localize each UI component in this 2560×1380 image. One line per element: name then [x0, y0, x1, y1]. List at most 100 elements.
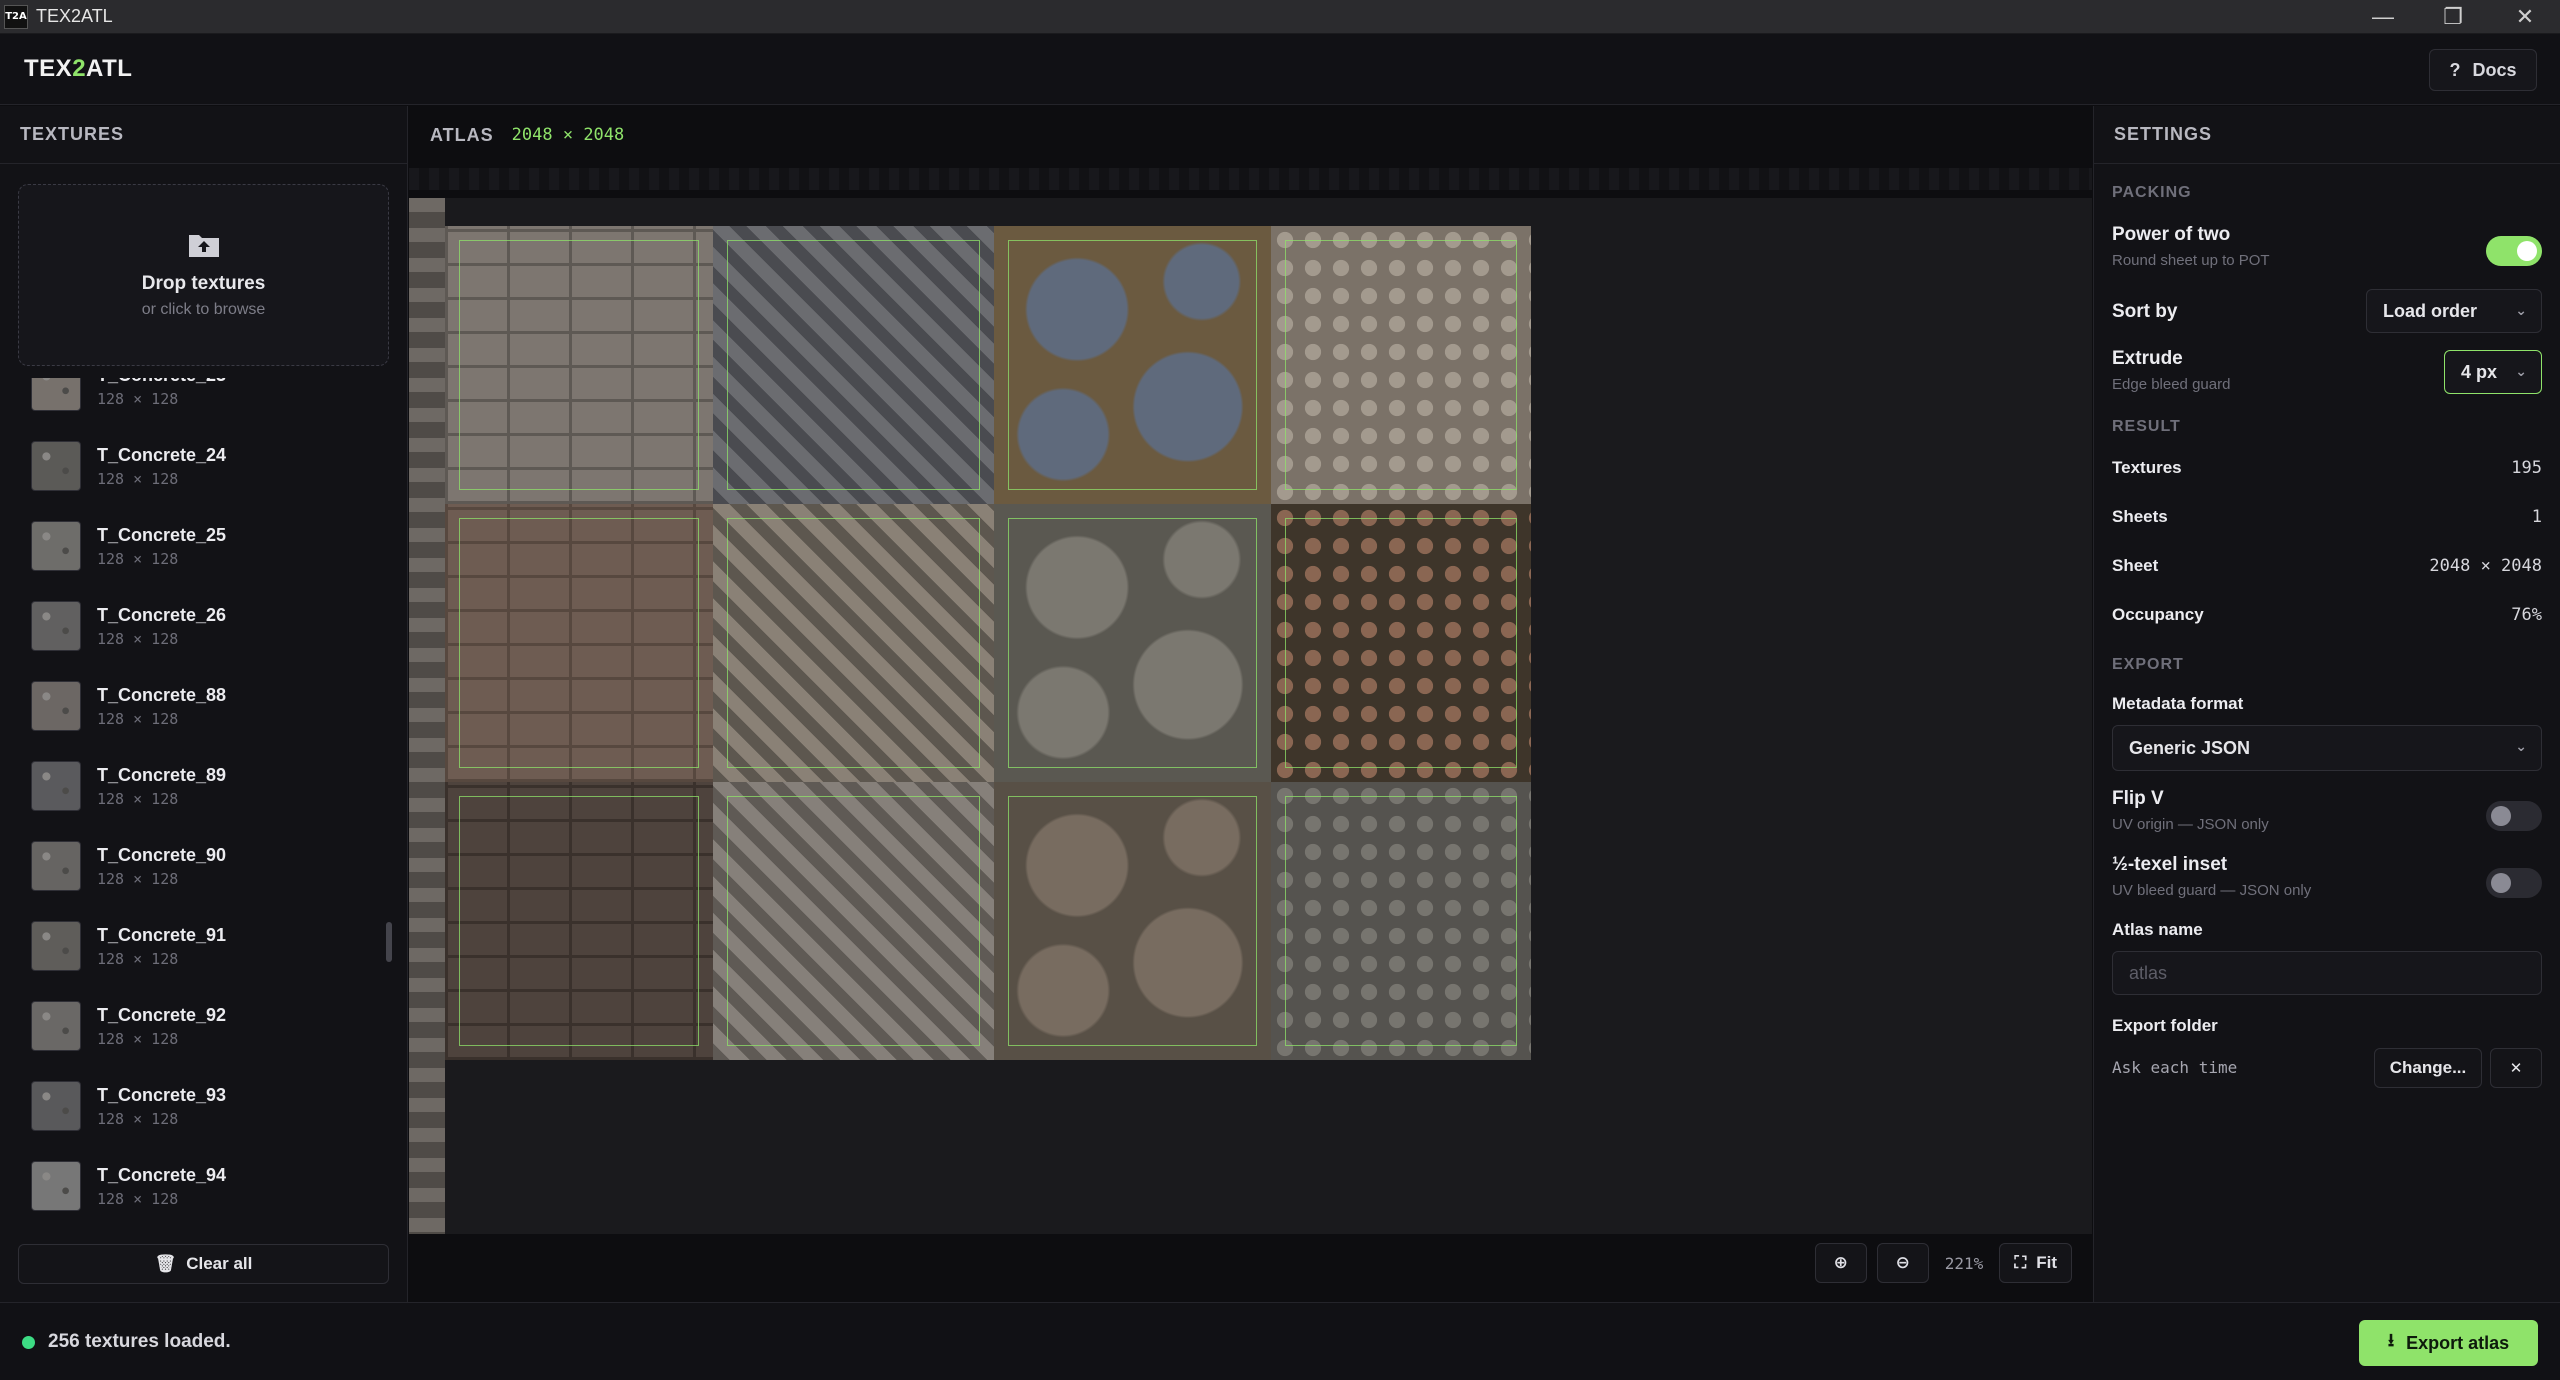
texture-meta: T_Concrete_24 128 × 128 [97, 445, 226, 488]
result-value: 2048 × 2048 [2429, 556, 2542, 576]
texture-list-item[interactable]: T_Concrete_26 128 × 128 [0, 586, 380, 666]
minimize-button[interactable]: — [2348, 0, 2418, 34]
tile-brown-pavers[interactable] [445, 504, 713, 782]
chevron-down-icon: ⌄ [2515, 738, 2527, 754]
texture-thumbnail [31, 681, 81, 731]
window-title: TEX2ATL [36, 6, 113, 26]
power-of-two-row: Power of two Round sheet up to POT [2112, 224, 2542, 269]
texture-dropzone[interactable]: Drop textures or click to browse [18, 184, 389, 366]
tile-bounds-frame [1008, 240, 1257, 490]
result-row: Occupancy 76% [2112, 605, 2542, 633]
sort-by-select[interactable]: Load order ⌄ [2366, 289, 2542, 333]
texture-list-item[interactable]: T_Concrete_92 128 × 128 [0, 986, 380, 1066]
texture-list-item[interactable]: T_Concrete_88 128 × 128 [0, 666, 380, 746]
texture-list-item[interactable]: T_Concrete_89 128 × 128 [0, 746, 380, 826]
extrude-select[interactable]: 4 px ⌄ [2444, 350, 2542, 394]
zoom-in-button[interactable]: ⊕ [1814, 1243, 1867, 1283]
texture-name: T_Concrete_26 [97, 604, 227, 625]
texture-name: T_Concrete_23 [97, 378, 226, 386]
sort-by-value: Load order [2383, 300, 2478, 321]
textures-panel-title: TEXTURES [0, 106, 407, 164]
texture-name: T_Concrete_92 [97, 1004, 227, 1025]
zoom-in-icon: ⊕ [1833, 1253, 1848, 1272]
metadata-format-select[interactable]: Generic JSON ⌄ [2112, 725, 2542, 771]
flip-v-label: Flip V [2112, 788, 2164, 809]
tile-bounds-frame [459, 796, 699, 1046]
tile-blue-flagstone[interactable] [994, 226, 1271, 504]
docs-button[interactable]: ? Docs [2429, 49, 2537, 91]
texture-thumbnail [31, 841, 81, 891]
tile-red-flagstone[interactable] [1271, 504, 1531, 782]
zoom-out-icon: ⊖ [1895, 1253, 1910, 1272]
texture-list-item[interactable]: T_Concrete_90 128 × 128 [0, 826, 380, 906]
power-of-two-toggle[interactable] [2486, 236, 2542, 266]
export-atlas-button[interactable]: ⭳ Export atlas [2359, 1320, 2538, 1366]
texture-size: 128 × 128 [97, 1189, 179, 1208]
texture-thumbnail [31, 1001, 81, 1051]
texture-thumbnail [31, 761, 81, 811]
clear-all-button[interactable]: 🗑 Clear all [18, 1244, 389, 1284]
clear-folder-button[interactable]: ✕ [2490, 1048, 2542, 1088]
half-texel-toggle[interactable] [2486, 868, 2542, 898]
result-row: Sheet 2048 × 2048 [2112, 556, 2542, 584]
texture-meta: T_Concrete_88 128 × 128 [97, 685, 226, 728]
texture-name: T_Concrete_93 [97, 1084, 227, 1105]
tile-gray-setts[interactable] [1271, 782, 1531, 1060]
atlas-viewport[interactable] [409, 198, 2092, 1234]
export-folder-label: Export folder [2112, 1016, 2218, 1035]
texture-size: 128 × 128 [97, 389, 179, 408]
toggle-knob [2491, 873, 2511, 893]
export-icon: ⭳ [2387, 1330, 2395, 1350]
app-header: TEX2ATL ? Docs [0, 34, 2560, 105]
sort-by-label: Sort by [2112, 301, 2178, 322]
flip-v-toggle[interactable] [2486, 801, 2542, 831]
texture-size: 128 × 128 [97, 549, 179, 568]
close-button[interactable]: ✕ [2490, 0, 2560, 34]
docs-label: Docs [2472, 59, 2517, 80]
texture-list-item[interactable]: T_Concrete_93 128 × 128 [0, 1066, 380, 1146]
texture-meta: T_Concrete_94 128 × 128 [97, 1165, 226, 1208]
tile-bounds-frame [727, 518, 980, 768]
atlas-top-strip [409, 168, 2092, 190]
texture-thumbnail [31, 921, 81, 971]
change-folder-button[interactable]: Change... [2374, 1048, 2482, 1088]
texture-list-item[interactable]: T_Concrete_24 128 × 128 [0, 426, 380, 506]
zoom-controls: ⊕ ⊖ 221% ⛶ Fit [1814, 1242, 2072, 1284]
texture-list-item[interactable]: T_Concrete_91 128 × 128 [0, 906, 380, 986]
texture-size: 128 × 128 [97, 869, 179, 888]
texture-list-item[interactable]: T_Concrete_25 128 × 128 [0, 506, 380, 586]
trash-icon: 🗑 [154, 1254, 177, 1273]
tile-rounded-pavers[interactable] [713, 782, 994, 1060]
atlas-header: ATLAS 2048 × 2048 [409, 106, 2092, 164]
atlas-name-label: Atlas name [2112, 920, 2203, 939]
atlas-name-input[interactable] [2112, 951, 2542, 995]
tile-fan-cobblestone[interactable] [1271, 226, 1531, 504]
result-heading: RESULT [2112, 418, 2181, 435]
tile-dark-brick[interactable] [445, 782, 713, 1060]
app-icon: T2A [4, 4, 28, 29]
export-atlas-label: Export atlas [2406, 1332, 2510, 1353]
maximize-button[interactable]: ❐ [2418, 0, 2488, 34]
tile-stone-bricks[interactable] [445, 226, 713, 504]
result-value: 195 [2511, 458, 2542, 478]
texture-list[interactable]: T_Concrete_23 128 × 128 T_Concrete_24 128 ×… [0, 378, 395, 1322]
fit-button[interactable]: ⛶ Fit [1999, 1243, 2072, 1283]
toggle-knob [2491, 806, 2511, 826]
texture-name: T_Concrete_88 [97, 684, 227, 705]
texture-list-item[interactable]: T_Concrete_23 128 × 128 [0, 378, 380, 426]
texture-thumbnail [31, 601, 81, 651]
result-value: 76% [2511, 605, 2542, 625]
texture-list-scrollbar[interactable] [386, 922, 392, 962]
texture-size: 128 × 128 [97, 1109, 179, 1128]
texture-list-item[interactable]: T_Concrete_94 128 × 128 [0, 1146, 380, 1226]
tile-herringbone-paving[interactable] [713, 226, 994, 504]
export-heading: EXPORT [2112, 656, 2184, 673]
atlas-name-input-row [2112, 951, 2542, 997]
tile-bounds-frame [1008, 796, 1257, 1046]
sort-by-row: Sort by Load order ⌄ [2112, 289, 2542, 333]
tile-granite-cobbles[interactable] [713, 504, 994, 782]
zoom-out-button[interactable]: ⊖ [1876, 1243, 1929, 1283]
tile-brown-cobbles[interactable] [994, 782, 1271, 1060]
tile-arc-cobbles[interactable] [994, 504, 1271, 782]
brand-logo: TEX2ATL [24, 55, 133, 82]
